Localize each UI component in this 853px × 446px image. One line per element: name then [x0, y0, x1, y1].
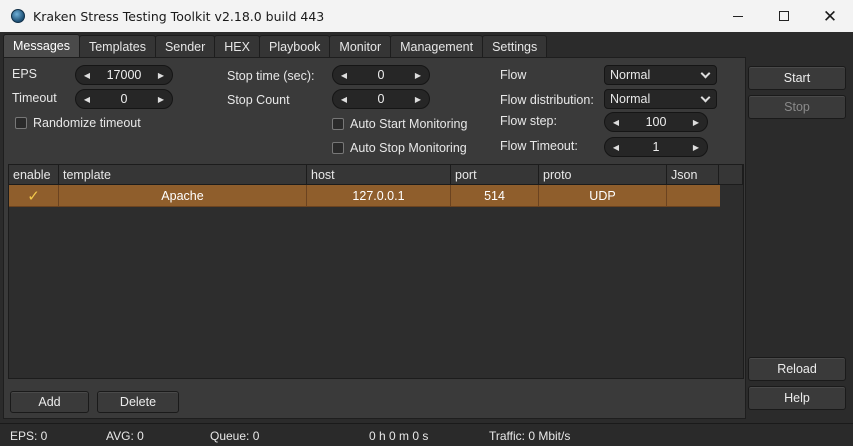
column-header-json[interactable]: Json	[667, 165, 719, 185]
increment-icon[interactable]: ▶	[413, 95, 423, 104]
close-button[interactable]: ✕	[807, 0, 853, 32]
column-header-port[interactable]: port	[451, 165, 539, 185]
proto-cell[interactable]: UDP	[539, 185, 667, 207]
maximize-button[interactable]	[761, 0, 807, 32]
tab-settings[interactable]: Settings	[482, 35, 548, 57]
randomize-timeout-label: Randomize timeout	[33, 116, 141, 130]
enable-cell[interactable]: ✓	[9, 185, 59, 207]
timeout-spinner[interactable]: ◀ 0 ▶	[75, 89, 173, 109]
tab-hex[interactable]: HEX	[214, 35, 260, 57]
maximize-icon	[779, 11, 789, 21]
increment-icon[interactable]: ▶	[156, 95, 166, 104]
auto-start-monitoring-label: Auto Start Monitoring	[350, 117, 468, 131]
checkbox-box[interactable]	[332, 142, 344, 154]
close-icon: ✕	[822, 6, 838, 26]
table-row[interactable]: ✓ Apache 127.0.0.1 514 UDP	[9, 185, 720, 207]
window-title: Kraken Stress Testing Toolkit v2.18.0 bu…	[33, 8, 325, 24]
tab-bar: Messages Templates Sender HEX Playbook M…	[3, 34, 548, 57]
table-header: enable template host port proto Json	[9, 165, 743, 185]
decrement-icon[interactable]: ◀	[339, 71, 349, 80]
app-logo-icon	[11, 9, 25, 23]
host-cell[interactable]: 127.0.0.1	[307, 185, 451, 207]
tab-monitor[interactable]: Monitor	[329, 35, 392, 57]
tab-messages[interactable]: Messages	[3, 34, 80, 57]
stop-time-spinner[interactable]: ◀ 0 ▶	[332, 65, 430, 85]
checkbox-box[interactable]	[332, 118, 344, 130]
tab-sender[interactable]: Sender	[154, 35, 216, 57]
increment-icon[interactable]: ▶	[691, 143, 701, 152]
column-header-enable[interactable]: enable	[9, 165, 59, 185]
flow-value: Normal	[610, 68, 651, 82]
eps-label: EPS	[12, 67, 38, 81]
decrement-icon[interactable]: ◀	[339, 95, 349, 104]
tab-templates[interactable]: Templates	[78, 35, 156, 57]
timeout-label: Timeout	[12, 91, 57, 105]
stop-time-label: Stop time (sec):	[227, 69, 315, 83]
messages-panel: EPS ◀ 17000 ▶ Timeout ◀ 0 ▶ Randomize ti…	[3, 57, 746, 419]
stop-button[interactable]: Stop	[748, 95, 846, 119]
checkbox-box[interactable]	[15, 117, 27, 129]
increment-icon[interactable]: ▶	[691, 118, 701, 127]
stop-time-value: 0	[377, 68, 385, 82]
flow-timeout-value: 1	[652, 140, 660, 154]
title-bar: Kraken Stress Testing Toolkit v2.18.0 bu…	[0, 0, 853, 32]
messages-table: enable template host port proto Json ✓ A…	[8, 164, 744, 379]
stop-count-spinner[interactable]: ◀ 0 ▶	[332, 89, 430, 109]
column-header-host[interactable]: host	[307, 165, 451, 185]
checkmark-icon: ✓	[27, 188, 40, 205]
flow-step-value: 100	[645, 115, 667, 129]
randomize-timeout-checkbox[interactable]: Randomize timeout	[15, 116, 141, 130]
increment-icon[interactable]: ▶	[413, 71, 423, 80]
column-header-spacer	[719, 165, 743, 185]
flow-timeout-spinner[interactable]: ◀ 1 ▶	[604, 137, 708, 157]
chevron-down-icon	[700, 68, 711, 79]
flow-select[interactable]: Normal	[604, 65, 717, 85]
auto-stop-monitoring-label: Auto Stop Monitoring	[350, 141, 467, 155]
port-cell[interactable]: 514	[451, 185, 539, 207]
tab-management[interactable]: Management	[390, 35, 484, 57]
status-queue: Queue: 0	[210, 429, 260, 443]
minimize-icon	[733, 15, 743, 17]
flow-step-label: Flow step:	[500, 114, 557, 128]
eps-value: 17000	[106, 68, 142, 82]
decrement-icon[interactable]: ◀	[82, 95, 92, 104]
minimize-button[interactable]	[715, 0, 761, 32]
reload-button[interactable]: Reload	[748, 357, 846, 381]
status-eps: EPS: 0	[10, 429, 48, 443]
help-button[interactable]: Help	[748, 386, 846, 410]
column-header-proto[interactable]: proto	[539, 165, 667, 185]
start-button[interactable]: Start	[748, 66, 846, 90]
column-header-template[interactable]: template	[59, 165, 307, 185]
decrement-icon[interactable]: ◀	[611, 143, 621, 152]
increment-icon[interactable]: ▶	[156, 71, 166, 80]
template-cell[interactable]: Apache	[59, 185, 307, 207]
auto-start-monitoring-checkbox[interactable]: Auto Start Monitoring	[332, 117, 467, 131]
auto-stop-monitoring-checkbox[interactable]: Auto Stop Monitoring	[332, 141, 467, 155]
flow-timeout-label: Flow Timeout:	[500, 139, 578, 153]
status-elapsed: 0 h 0 m 0 s	[369, 429, 429, 443]
flow-distribution-label: Flow distribution:	[500, 93, 594, 107]
timeout-value: 0	[120, 92, 128, 106]
decrement-icon[interactable]: ◀	[82, 71, 92, 80]
flow-step-spinner[interactable]: ◀ 100 ▶	[604, 112, 708, 132]
eps-spinner[interactable]: ◀ 17000 ▶	[75, 65, 173, 85]
delete-button[interactable]: Delete	[97, 391, 179, 413]
status-traffic: Traffic: 0 Mbit/s	[489, 429, 571, 443]
chevron-down-icon	[700, 92, 711, 103]
tab-playbook[interactable]: Playbook	[258, 35, 331, 57]
stop-count-label: Stop Count	[227, 93, 290, 107]
stop-count-value: 0	[377, 92, 385, 106]
decrement-icon[interactable]: ◀	[611, 118, 621, 127]
flow-label: Flow	[500, 68, 527, 82]
status-avg: AVG: 0	[106, 429, 144, 443]
control-sidebar: Start Stop Reload Help	[747, 57, 853, 419]
flow-distribution-select[interactable]: Normal	[604, 89, 717, 109]
flow-distribution-value: Normal	[610, 92, 651, 106]
add-button[interactable]: Add	[10, 391, 89, 413]
json-cell[interactable]	[667, 185, 720, 207]
status-bar: EPS: 0 AVG: 0 Queue: 0 0 h 0 m 0 s Traff…	[0, 423, 853, 446]
